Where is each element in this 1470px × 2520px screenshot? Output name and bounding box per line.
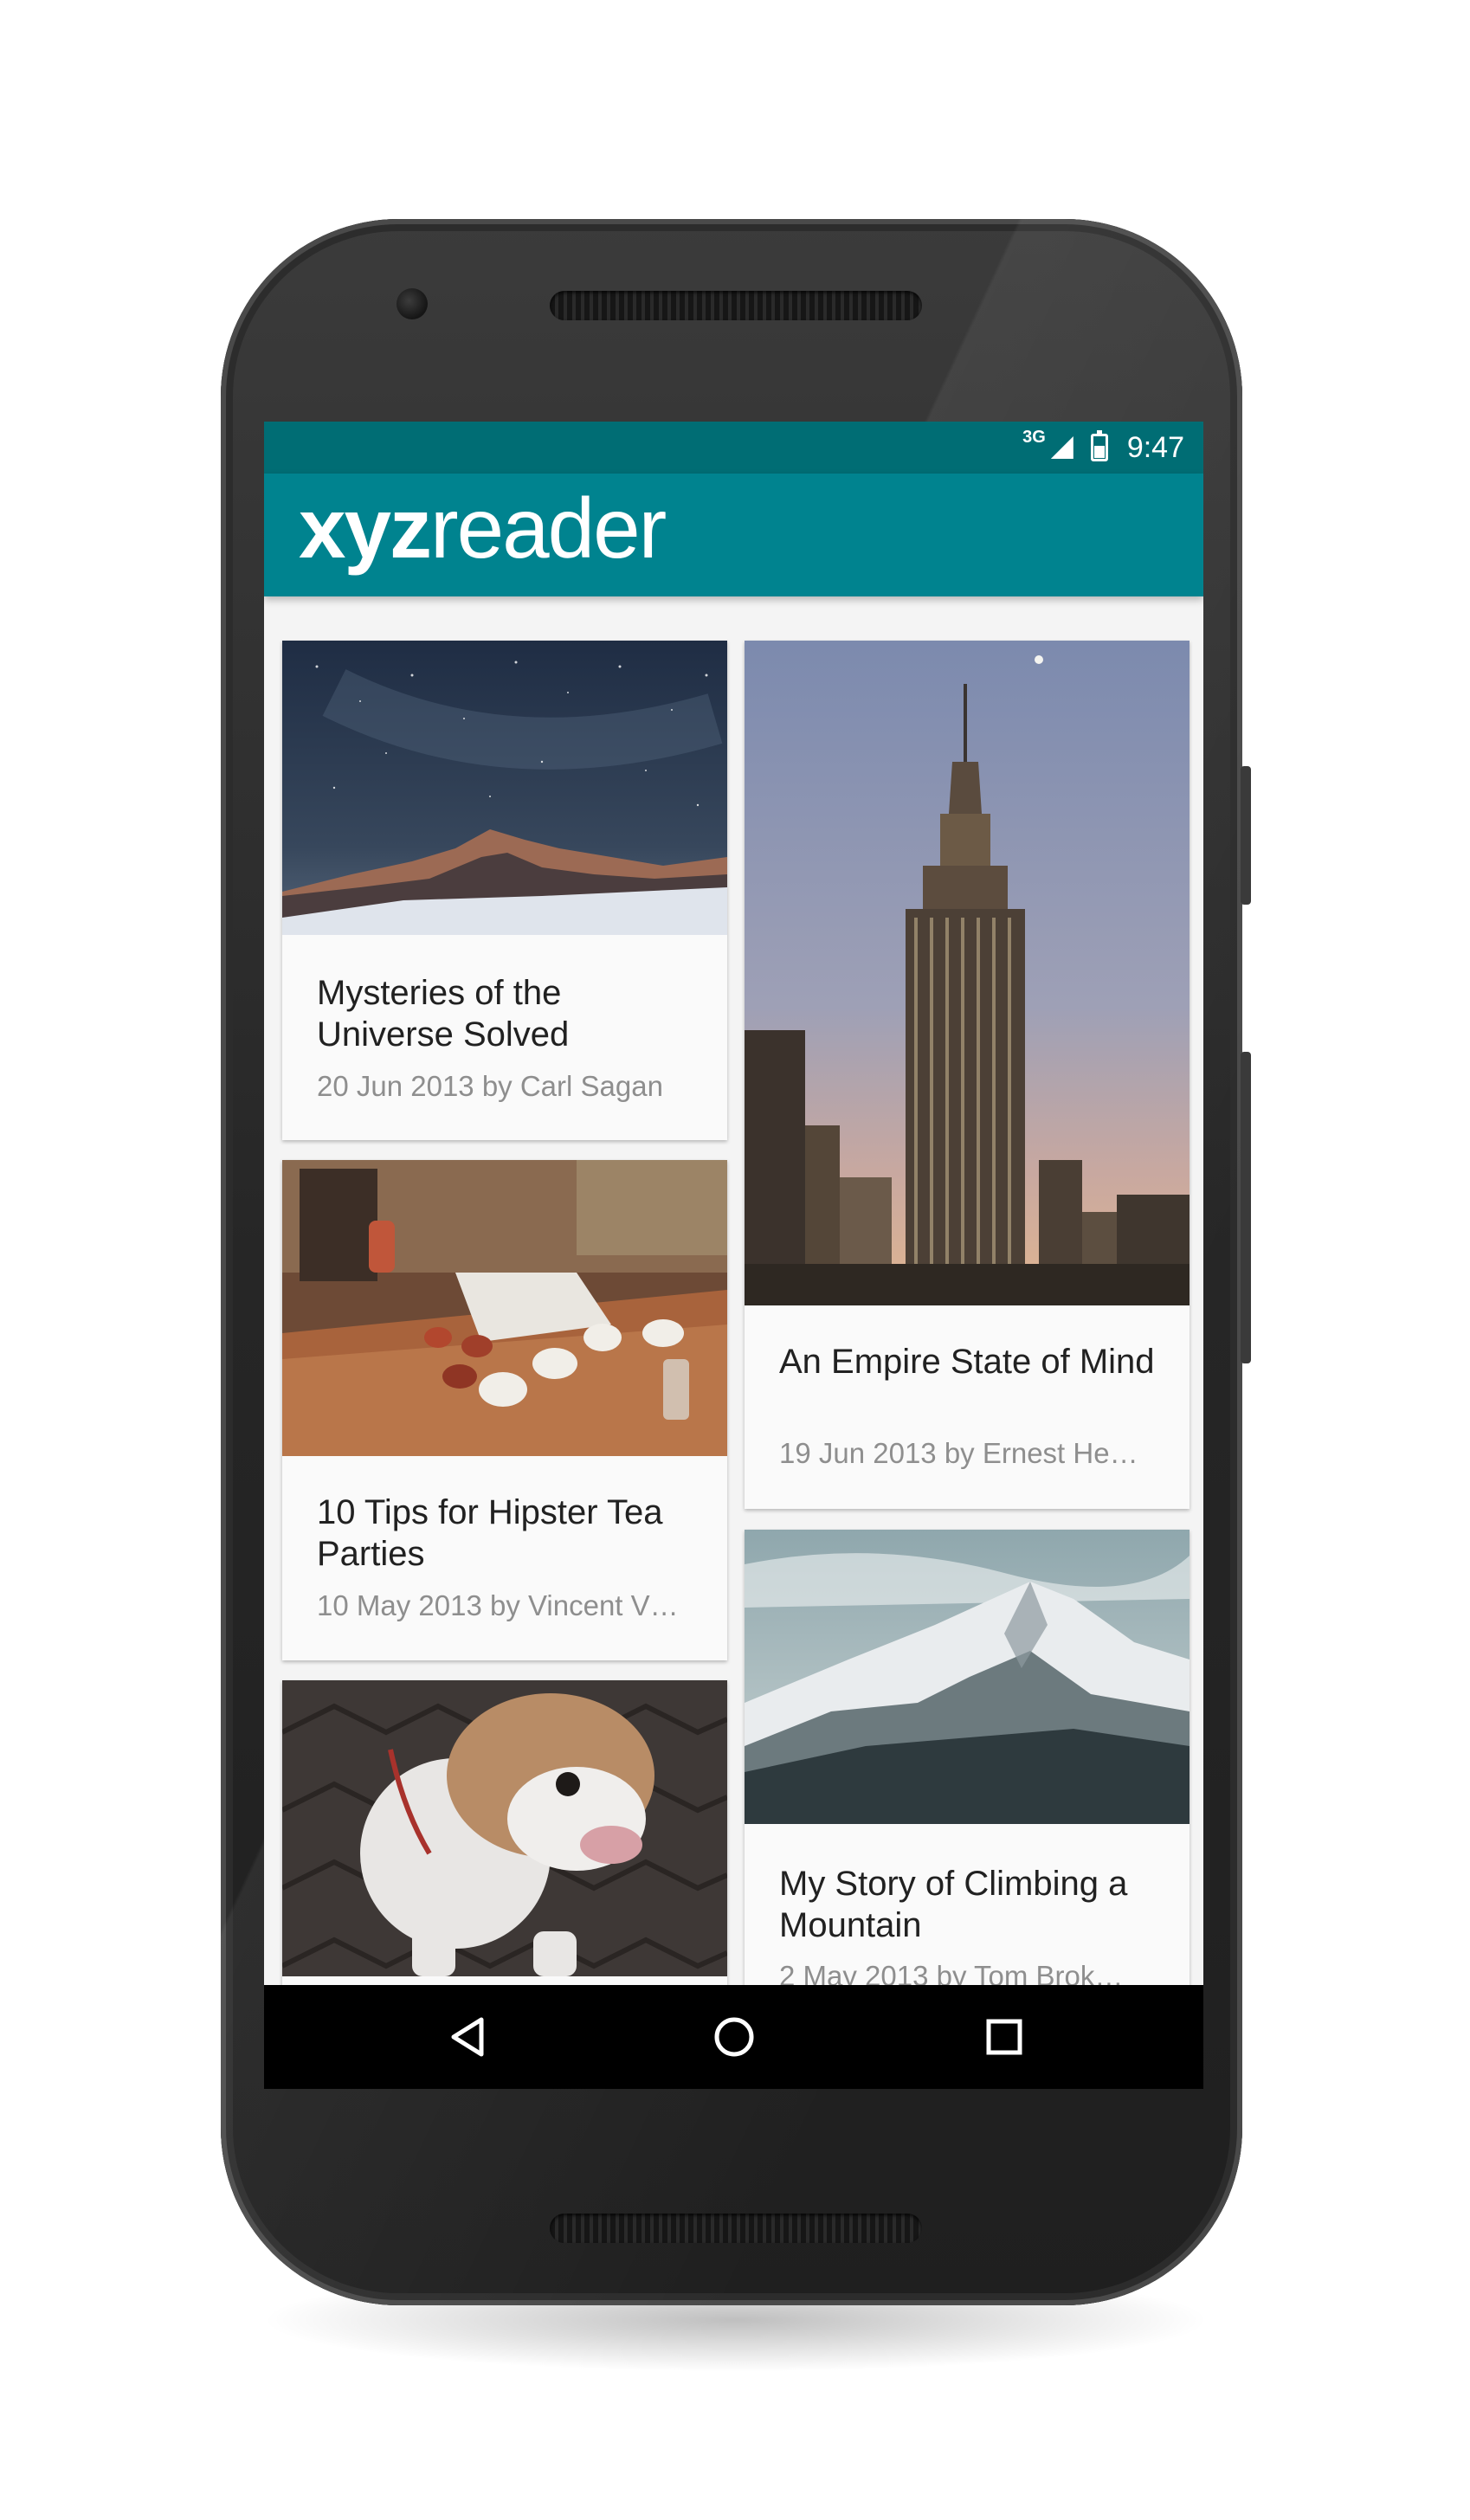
article-image-empire-state: [745, 641, 1190, 1305]
article-byline: 20 Jun 2013 by Carl Sagan: [317, 1070, 663, 1102]
screen: 3G 9:47 xyzreader Mysteries of the Unive…: [264, 422, 1203, 2089]
top-speaker: [550, 291, 922, 320]
article-card[interactable]: My Story of Climbing a Mountain 2 May 20…: [745, 1530, 1190, 2014]
article-image-snowy-mountain: [745, 1530, 1190, 1824]
article-image-bulldog: [282, 1680, 727, 1976]
bottom-speaker: [550, 2214, 922, 2243]
article-image-tea-cups: [282, 1160, 727, 1456]
signal-icon: [1050, 436, 1073, 459]
article-byline: 19 Jun 2013 by Ernest He…: [779, 1437, 1138, 1469]
front-camera: [397, 288, 428, 319]
battery-icon: [1090, 430, 1108, 461]
article-title: 10 Tips for Hipster Tea Parties: [317, 1493, 663, 1573]
article-card[interactable]: 10 Tips for Hipster Tea Parties 10 May 2…: [282, 1160, 727, 1660]
power-button: [1241, 1052, 1251, 1363]
article-title: An Empire State of Mind: [779, 1343, 1155, 1381]
status-bar: 3G 9:47: [264, 422, 1203, 474]
article-title: Mysteries of the Universe Solved: [317, 974, 570, 1054]
volume-button: [1241, 766, 1251, 905]
app-bar: xyzreader: [264, 474, 1203, 596]
article-image-starry-night: [282, 641, 727, 935]
navigation-bar: [264, 1985, 1203, 2089]
article-card[interactable]: An Empire State of Mind 19 Jun 2013 by E…: [745, 641, 1190, 1509]
article-card[interactable]: Mysteries of the Universe Solved 20 Jun …: [282, 641, 727, 1140]
recents-icon[interactable]: [978, 2011, 1030, 2063]
status-clock: 9:47: [1126, 430, 1184, 464]
app-logo: xyzreader: [299, 480, 667, 576]
article-card[interactable]: [282, 1680, 727, 2027]
article-byline: 10 May 2013 by Vincent V…: [317, 1589, 679, 1621]
article-title: My Story of Climbing a Mountain: [779, 1865, 1128, 1944]
back-icon[interactable]: [442, 2011, 493, 2063]
home-icon[interactable]: [708, 2011, 760, 2063]
network-type: 3G: [1022, 427, 1046, 447]
